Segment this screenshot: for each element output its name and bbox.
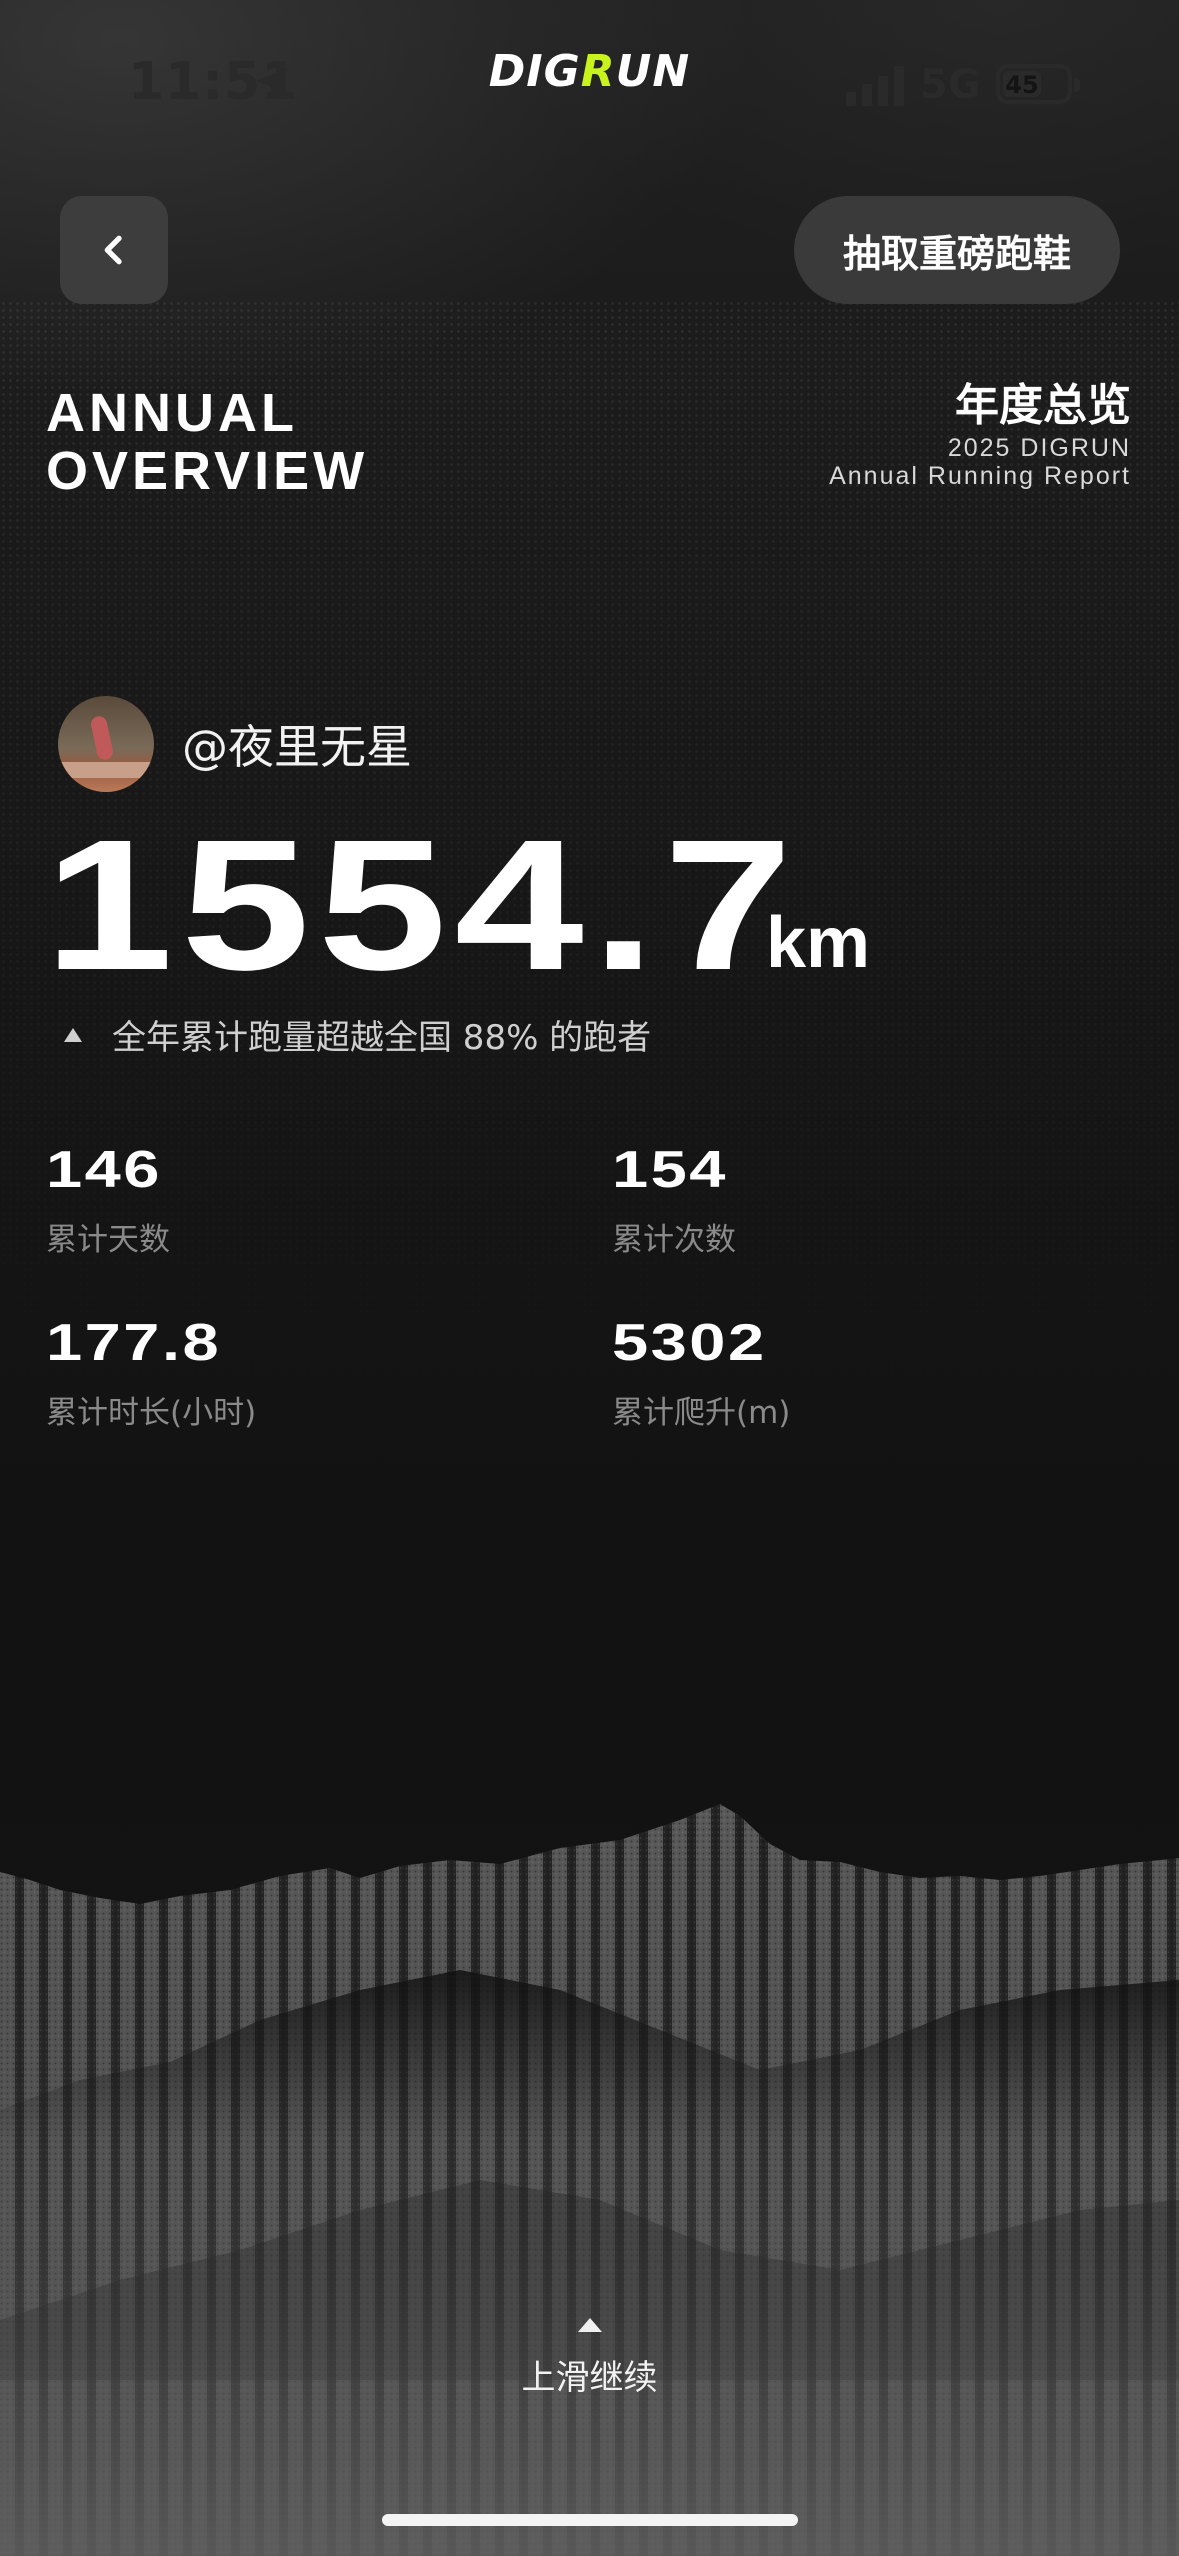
logo-text-3: UN bbox=[615, 46, 691, 97]
stat-value: 177.8 bbox=[46, 1314, 222, 1372]
logo-text-2: R bbox=[580, 46, 616, 97]
stat-days: 146 累计天数 bbox=[46, 1140, 612, 1259]
status-bar: 11:51 DIGRUN 5G 45 bbox=[0, 0, 1179, 170]
battery-level: 45 bbox=[1003, 71, 1041, 99]
home-indicator[interactable] bbox=[382, 2514, 798, 2526]
avatar[interactable] bbox=[58, 696, 154, 792]
arrow-up-icon bbox=[577, 2318, 602, 2332]
triangle-up-icon bbox=[64, 1027, 82, 1042]
logo-text-1: DIG bbox=[488, 46, 581, 97]
overview-title: ANNUAL OVERVIEW bbox=[46, 384, 368, 500]
stat-value: 154 bbox=[612, 1141, 728, 1199]
battery-icon: 45 bbox=[996, 64, 1080, 104]
stat-elevation: 5302 累计爬升(m) bbox=[612, 1313, 1146, 1432]
stat-hours: 177.8 累计时长(小时) bbox=[46, 1313, 612, 1432]
swipe-up-hint[interactable]: 上滑继续 bbox=[0, 2318, 1179, 2399]
stat-label: 累计爬升(m) bbox=[612, 1395, 791, 1431]
stat-value: 146 bbox=[46, 1141, 162, 1199]
stat-label: 累计时长(小时) bbox=[46, 1395, 257, 1431]
stat-label: 累计天数 bbox=[46, 1222, 170, 1258]
report-heading: 年度总览 2025 DIGRUN Annual Running Report bbox=[829, 378, 1131, 490]
distance-rank: 全年累计跑量超越全国 88% 的跑者 bbox=[64, 1010, 651, 1059]
stat-label: 累计次数 bbox=[612, 1222, 736, 1258]
overview-title-line1: ANNUAL bbox=[46, 383, 298, 443]
user-profile: @夜里无星 bbox=[58, 696, 412, 792]
distance-unit: km bbox=[766, 903, 871, 983]
mountain-graphic bbox=[0, 1804, 1179, 2556]
cn-title: 年度总览 bbox=[955, 380, 1131, 431]
network-type: 5G bbox=[920, 62, 981, 108]
report-subtitle: Annual Running Report bbox=[829, 462, 1131, 490]
cellular-signal-icon bbox=[846, 66, 904, 106]
username: @夜里无星 bbox=[182, 720, 412, 774]
total-distance: 1554.7 km bbox=[44, 806, 870, 1006]
distance-value: 1554.7 bbox=[44, 802, 801, 1009]
swipe-text: 上滑继续 bbox=[521, 2358, 658, 2398]
draw-shoes-button[interactable]: 抽取重磅跑鞋 bbox=[794, 196, 1120, 304]
chevron-left-icon bbox=[104, 235, 122, 265]
back-button[interactable] bbox=[60, 196, 168, 304]
rank-text: 全年累计跑量超越全国 88% 的跑者 bbox=[112, 1018, 652, 1058]
overview-title-line2: OVERVIEW bbox=[46, 441, 369, 501]
report-year: 2025 DIGRUN bbox=[947, 434, 1131, 462]
stat-runs: 154 累计次数 bbox=[612, 1140, 1146, 1259]
stat-value: 5302 bbox=[612, 1314, 767, 1372]
stats-grid: 146 累计天数 154 累计次数 177.8 累计时长(小时) 5302 累计… bbox=[46, 1140, 1146, 1432]
